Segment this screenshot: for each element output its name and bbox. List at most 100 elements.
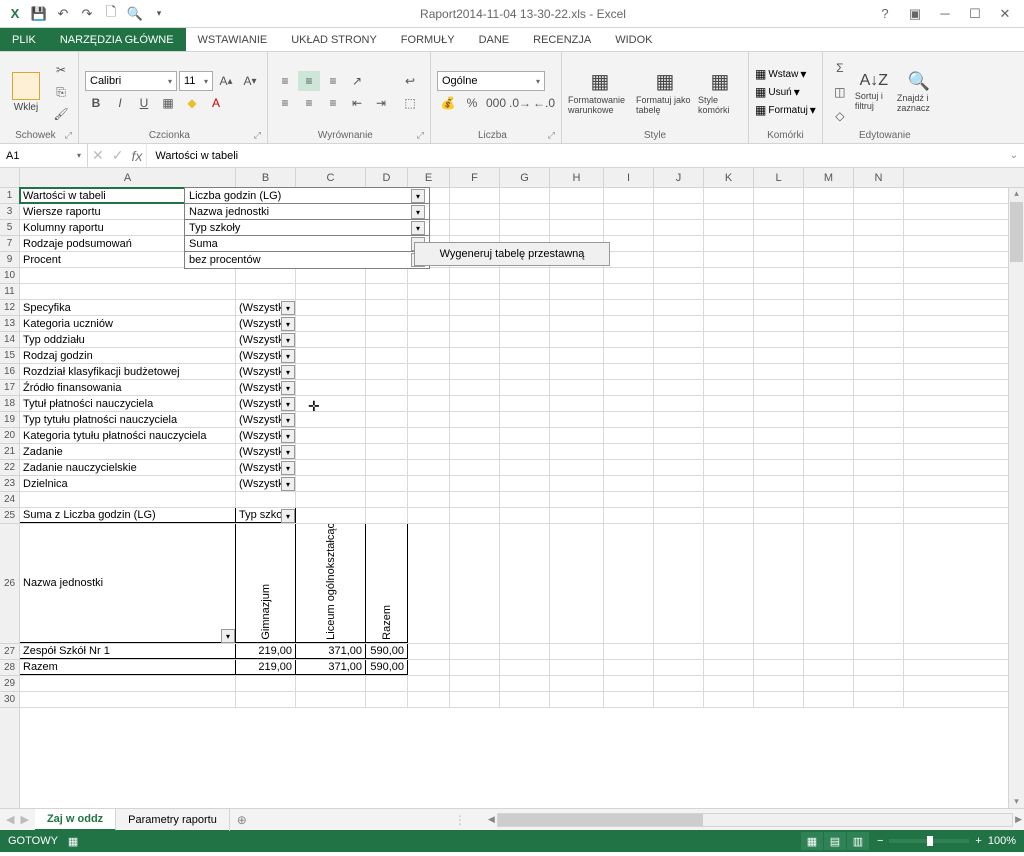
tab-file[interactable]: PLIK [0,28,48,51]
cell-E12[interactable] [408,300,450,315]
cell-J24[interactable] [654,492,704,507]
cell-E21[interactable] [408,444,450,459]
cell-I16[interactable] [604,364,654,379]
cell-C13[interactable] [296,316,366,331]
clear-icon[interactable]: ◇ [829,106,851,126]
row-header-1[interactable]: 1 [0,188,19,204]
zoom-level[interactable]: 100% [988,835,1016,847]
orientation-icon[interactable]: ↗ [346,71,368,91]
italic-icon[interactable]: I [109,93,131,113]
view-layout-icon[interactable]: ▤ [824,832,846,850]
cell-K18[interactable] [704,396,754,411]
tab-view[interactable]: WIDOK [603,28,664,51]
cell-D26[interactable]: Razem [366,524,408,643]
cell-H14[interactable] [550,332,604,347]
row-header-18[interactable]: 18 [0,396,19,412]
cell-G21[interactable] [500,444,550,459]
cell-F24[interactable] [450,492,500,507]
wrap-text-icon[interactable]: ↩ [396,71,424,91]
cell-H19[interactable] [550,412,604,427]
cell-I26[interactable] [604,524,654,643]
cell-G15[interactable] [500,348,550,363]
cell-N30[interactable] [854,692,904,707]
cell-D23[interactable] [366,476,408,491]
cell-K1[interactable] [704,188,754,203]
cell-N7[interactable] [854,236,904,251]
col-header-K[interactable]: K [704,168,754,187]
cell-N29[interactable] [854,676,904,691]
view-normal-icon[interactable]: ▦ [801,832,823,850]
format-cells-button[interactable]: ▦ Formatuj ▾ [755,103,816,117]
cell-I28[interactable] [604,660,654,675]
cell-E14[interactable] [408,332,450,347]
cell-I11[interactable] [604,284,654,299]
cell-K22[interactable] [704,460,754,475]
vertical-scrollbar[interactable]: ▴ ▾ [1008,188,1024,808]
row-header-29[interactable]: 29 [0,676,19,692]
cell-J7[interactable] [654,236,704,251]
cell-F5[interactable] [450,220,500,235]
accounting-icon[interactable]: 💰 [437,93,459,113]
comma-icon[interactable]: 000 [485,93,507,113]
cell-K28[interactable] [704,660,754,675]
cell-M7[interactable] [804,236,854,251]
cell-K13[interactable] [704,316,754,331]
cell-J22[interactable] [654,460,704,475]
cell-G17[interactable] [500,380,550,395]
cell-I22[interactable] [604,460,654,475]
ribbon-display-icon[interactable]: ▣ [902,4,928,24]
cell-N14[interactable] [854,332,904,347]
cell-F19[interactable] [450,412,500,427]
cell-L26[interactable] [754,524,804,643]
cell-K19[interactable] [704,412,754,427]
cell-I19[interactable] [604,412,654,427]
cell-L24[interactable] [754,492,804,507]
cell-E10[interactable] [408,268,450,283]
cell-K21[interactable] [704,444,754,459]
cell-G16[interactable] [500,364,550,379]
cell-A25[interactable]: Suma z Liczba godzin (LG) [20,508,236,523]
cell-M17[interactable] [804,380,854,395]
cell-N23[interactable] [854,476,904,491]
cell-E19[interactable] [408,412,450,427]
cell-A14[interactable]: Typ oddziału [20,332,236,347]
cell-D14[interactable] [366,332,408,347]
cell-K11[interactable] [704,284,754,299]
hscroll-thumb[interactable] [498,814,704,826]
inc-decimal-icon[interactable]: .0→ [509,93,531,113]
maximize-icon[interactable]: ☐ [962,4,988,24]
col-header-F[interactable]: F [450,168,500,187]
cell-F17[interactable] [450,380,500,395]
cell-G12[interactable] [500,300,550,315]
tab-review[interactable]: RECENZJA [521,28,603,51]
cell-H20[interactable] [550,428,604,443]
cell-K24[interactable] [704,492,754,507]
col-header-A[interactable]: A [20,168,236,187]
cell-M5[interactable] [804,220,854,235]
sheet-tab-other[interactable]: Parametry raportu [116,809,230,831]
cell-J19[interactable] [654,412,704,427]
cell-H15[interactable] [550,348,604,363]
font-launcher-icon[interactable]: ⤢ [254,130,261,141]
cell-L5[interactable] [754,220,804,235]
cell-B30[interactable] [236,692,296,707]
cell-D25[interactable] [366,508,408,523]
cell-G20[interactable] [500,428,550,443]
cell-J16[interactable] [654,364,704,379]
cell-C19[interactable] [296,412,366,427]
cell-J18[interactable] [654,396,704,411]
cell-M18[interactable] [804,396,854,411]
cell-D18[interactable] [366,396,408,411]
align-center-icon[interactable]: ≡ [298,93,320,113]
filter-button-nazwa-jednostki[interactable]: ▾ [221,629,235,643]
cell-L27[interactable] [754,644,804,659]
cell-N18[interactable] [854,396,904,411]
indent-inc-icon[interactable]: ⇥ [370,93,392,113]
cell-N12[interactable] [854,300,904,315]
cell-G26[interactable] [500,524,550,643]
filter-button-typ-szkoly[interactable]: ▾ [281,509,295,523]
fill-color-icon[interactable]: ◆ [181,93,203,113]
cell-G13[interactable] [500,316,550,331]
tab-layout[interactable]: UKŁAD STRONY [279,28,389,51]
dec-decimal-icon[interactable]: ←.0 [533,93,555,113]
